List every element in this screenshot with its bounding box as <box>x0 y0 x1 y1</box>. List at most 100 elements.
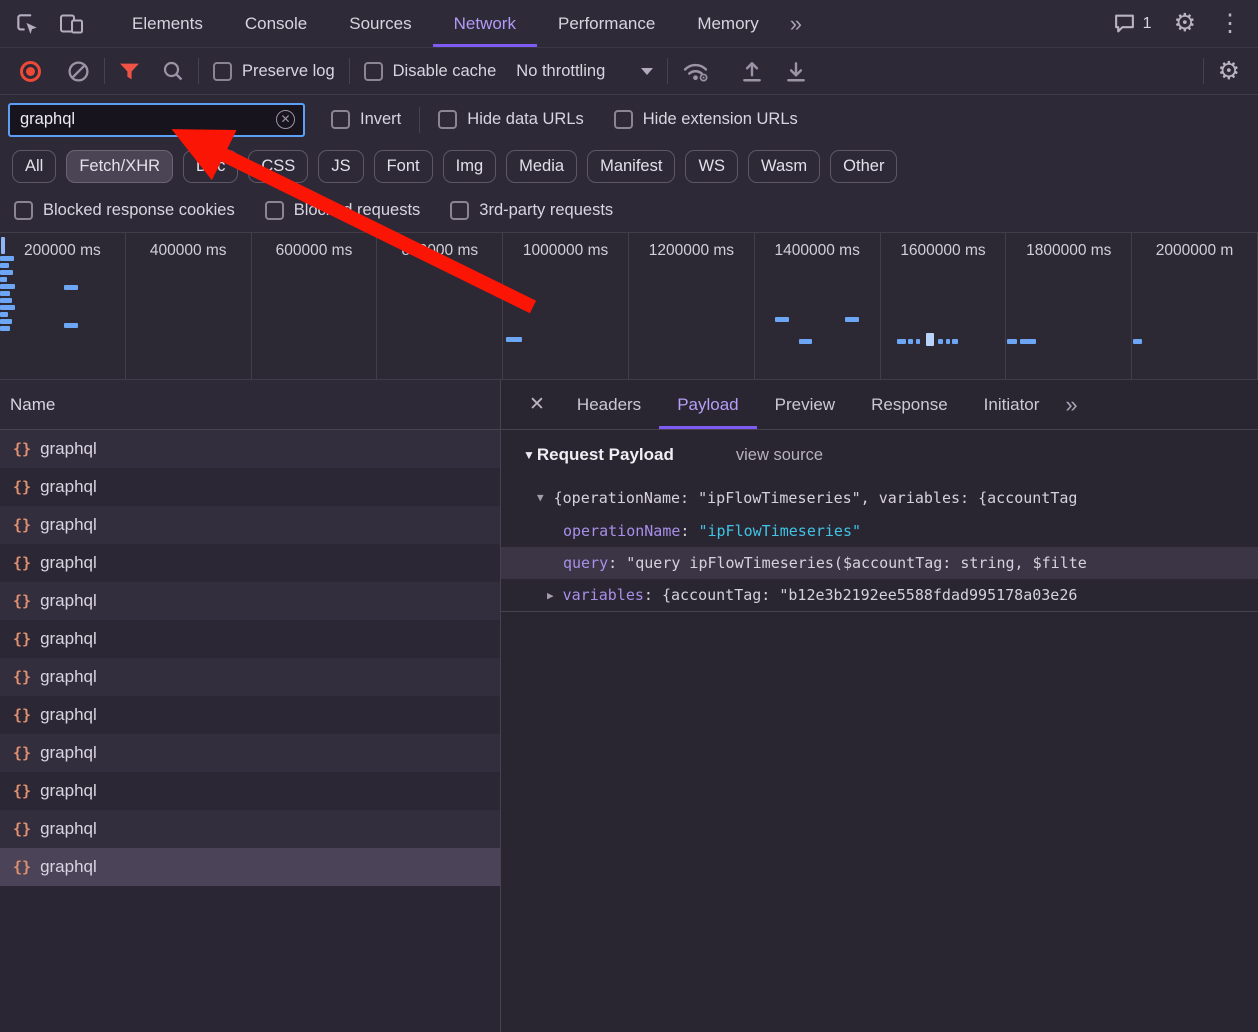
request-row[interactable]: {} graphql <box>0 620 500 658</box>
issues-button[interactable]: 1 <box>1113 13 1152 34</box>
throttling-dropdown[interactable]: No throttling <box>516 62 653 81</box>
panel-tab[interactable]: Performance <box>537 0 676 47</box>
request-type-chip[interactable]: Wasm <box>748 150 820 183</box>
panel-tab[interactable]: Network <box>433 0 537 47</box>
query-row[interactable]: query: "query ipFlowTimeseries($accountT… <box>501 547 1258 579</box>
request-type-chip[interactable]: CSS <box>248 150 308 183</box>
request-row[interactable]: {} graphql <box>0 544 500 582</box>
divider <box>198 58 199 84</box>
timeline-bar <box>1133 339 1142 344</box>
device-toolbar-icon[interactable] <box>58 12 85 36</box>
export-har-icon[interactable] <box>785 60 807 83</box>
checkbox[interactable] <box>450 201 469 220</box>
request-row[interactable]: {} graphql <box>0 696 500 734</box>
request-row[interactable]: {} graphql <box>0 734 500 772</box>
close-details-icon[interactable]: ✕ <box>515 393 559 416</box>
timeline-bar <box>908 339 913 344</box>
timeline-left-handle[interactable] <box>1 237 5 254</box>
devtools-window: ElementsConsoleSourcesNetworkPerformance… <box>0 0 1258 1032</box>
fetch-xhr-icon: {} <box>13 592 31 610</box>
request-type-chip[interactable]: JS <box>318 150 363 183</box>
detail-tab[interactable]: Payload <box>659 380 756 429</box>
request-type-chip[interactable]: WS <box>685 150 738 183</box>
request-type-chip[interactable]: Media <box>506 150 577 183</box>
checkbox[interactable] <box>213 62 232 81</box>
request-row[interactable]: {} graphql <box>0 582 500 620</box>
checkbox[interactable] <box>438 110 457 129</box>
detail-tab[interactable]: Initiator <box>966 380 1058 429</box>
clear-filter-icon[interactable]: ✕ <box>276 110 295 129</box>
request-type-chip[interactable]: Other <box>830 150 897 183</box>
timeline-bar <box>946 339 950 344</box>
import-har-icon[interactable] <box>741 60 763 83</box>
request-payload-header: ▼ Request Payload view source <box>501 430 1258 480</box>
request-type-chip[interactable]: Manifest <box>587 150 675 183</box>
blocked-cookies-checkbox[interactable]: Blocked response cookies <box>14 201 235 220</box>
checkbox[interactable] <box>364 62 383 81</box>
detail-tab[interactable]: Response <box>853 380 966 429</box>
request-type-chip[interactable]: All <box>12 150 56 183</box>
variables-row[interactable]: ▶ variables: {accountTag: "b12e3b2192ee5… <box>501 579 1258 611</box>
request-type-chip[interactable]: Font <box>374 150 433 183</box>
checkbox[interactable] <box>331 110 350 129</box>
panel-tab[interactable]: Console <box>224 0 328 47</box>
menu-dots-icon[interactable]: ⋮ <box>1218 9 1242 38</box>
panel-tab[interactable]: Sources <box>328 0 432 47</box>
invert-checkbox[interactable]: Invert <box>331 110 401 129</box>
checkbox[interactable] <box>265 201 284 220</box>
detail-tab[interactable]: Headers <box>559 380 659 429</box>
filter-funnel-icon[interactable] <box>119 62 140 81</box>
network-settings-gear-icon[interactable]: ⚙ <box>1218 59 1240 84</box>
divider <box>104 58 105 84</box>
filter-input[interactable] <box>20 110 276 129</box>
separator: : <box>644 586 662 604</box>
timeline-bar <box>897 339 906 344</box>
timeline-bar <box>0 312 8 317</box>
request-type-chip[interactable]: Doc <box>183 150 238 183</box>
panel-tab[interactable]: Memory <box>676 0 779 47</box>
disable-cache-checkbox[interactable]: Disable cache <box>364 62 497 81</box>
request-row[interactable]: {} graphql <box>0 658 500 696</box>
detail-tab[interactable]: Preview <box>757 380 853 429</box>
search-icon[interactable] <box>162 60 184 82</box>
requests-panel: Name {} graphql {} graphql {} graphql {}… <box>0 380 501 1032</box>
request-name: graphql <box>40 743 97 763</box>
hide-extension-urls-checkbox[interactable]: Hide extension URLs <box>614 110 798 129</box>
collapse-triangle-icon[interactable]: ▼ <box>523 448 535 462</box>
network-overview-timeline[interactable]: 200000 ms400000 ms600000 ms800000 ms1000… <box>0 232 1258 380</box>
request-row[interactable]: {} graphql <box>0 430 500 468</box>
preserve-log-checkbox[interactable]: Preserve log <box>213 62 335 81</box>
third-party-checkbox[interactable]: 3rd-party requests <box>450 201 613 220</box>
fetch-xhr-icon: {} <box>13 478 31 496</box>
record-button[interactable] <box>20 61 41 82</box>
network-conditions-icon[interactable] <box>682 60 709 83</box>
operation-name-row[interactable]: operationName: "ipFlowTimeseries" <box>501 515 1258 547</box>
view-source-link[interactable]: view source <box>736 446 823 465</box>
hide-data-urls-checkbox[interactable]: Hide data URLs <box>438 110 583 129</box>
checkbox[interactable] <box>14 201 33 220</box>
message-bubble-icon <box>1113 13 1136 34</box>
more-panels-icon[interactable]: » <box>790 11 800 37</box>
expand-triangle-icon[interactable]: ▶ <box>547 589 554 602</box>
request-row[interactable]: {} graphql <box>0 848 500 886</box>
timeline-bar <box>64 323 78 328</box>
blocked-requests-checkbox[interactable]: Blocked requests <box>265 201 421 220</box>
clear-icon[interactable] <box>67 60 90 83</box>
payload-summary-row[interactable]: ▼ {operationName: "ipFlowTimeseries", va… <box>501 480 1258 515</box>
request-name: graphql <box>40 439 97 459</box>
name-column-header[interactable]: Name <box>0 380 500 430</box>
request-row[interactable]: {} graphql <box>0 506 500 544</box>
request-type-chip[interactable]: Img <box>443 150 497 183</box>
request-row[interactable]: {} graphql <box>0 810 500 848</box>
request-type-chip[interactable]: Fetch/XHR <box>66 150 173 183</box>
detail-tabs: HeadersPayloadPreviewResponseInitiator <box>559 380 1057 429</box>
request-row[interactable]: {} graphql <box>0 468 500 506</box>
settings-gear-icon[interactable]: ⚙ <box>1174 11 1196 36</box>
expand-triangle-icon[interactable]: ▼ <box>537 491 544 504</box>
inspect-element-icon[interactable] <box>14 11 40 37</box>
filter-input-box: ✕ <box>8 103 305 137</box>
checkbox[interactable] <box>614 110 633 129</box>
panel-tab[interactable]: Elements <box>111 0 224 47</box>
more-detail-tabs-icon[interactable]: » <box>1065 392 1075 418</box>
request-row[interactable]: {} graphql <box>0 772 500 810</box>
